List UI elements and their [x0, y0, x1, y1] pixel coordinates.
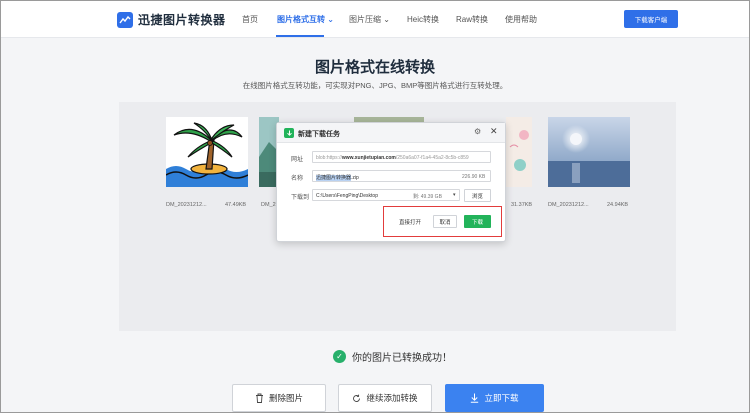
dropdown-arrow-icon[interactable]: ▾: [453, 192, 456, 198]
thumbnail-size: 31.37KB: [511, 202, 533, 208]
thumbnail-size: 24.94KB: [607, 202, 629, 208]
continue-add-button[interactable]: 继续添加转换: [338, 384, 432, 412]
thumbnail-name: DM_2: [261, 202, 276, 208]
url-prefix: blob:https://: [316, 155, 342, 161]
success-message: ✓ 你的图片已转换成功！: [333, 349, 452, 364]
save-path: C:\Users\FengPing\Desktop: [316, 193, 378, 199]
delete-images-label: 删除图片: [268, 393, 303, 403]
download-now-label: 立即下载: [484, 393, 519, 403]
thumbnail-name: DM_20231212...: [548, 202, 589, 208]
dialog-title: 新建下载任务: [298, 131, 340, 138]
nav-item-format-convert-label: 图片格式互转: [277, 15, 325, 24]
file-name-selected: 迅捷图片转换器: [316, 175, 352, 181]
download-client-button[interactable]: 下载客户端: [624, 10, 678, 28]
trash-icon: [255, 393, 263, 403]
file-ext: .zip: [351, 175, 359, 181]
close-icon[interactable]: ✕: [490, 126, 498, 137]
nav-item-heic[interactable]: Heic转换: [407, 14, 439, 25]
dialog-header: 新建下载任务 ⚙ ✕: [277, 123, 505, 143]
thumbnail-size: 47.49KB: [225, 202, 247, 208]
brand-logo-icon: [117, 11, 133, 28]
download-now-button[interactable]: 立即下载: [445, 384, 544, 412]
thumbnail-pattern[interactable]: [506, 117, 532, 187]
thumbnail-moon-sky[interactable]: [548, 117, 630, 187]
url-suffix: /250a6a07-f1a4-45a2-8c5b-c859: [395, 155, 469, 161]
gear-icon[interactable]: ⚙: [474, 127, 481, 136]
dialog-download-button[interactable]: 下载: [464, 215, 491, 228]
cancel-button[interactable]: 取消: [433, 215, 457, 228]
delete-images-button[interactable]: 删除图片: [232, 384, 326, 412]
page-title: 图片格式在线转换: [314, 59, 435, 76]
thumbnail-name: DM_20231212...: [166, 202, 207, 208]
nav-item-compress-label: 图片压缩: [349, 15, 381, 24]
nav-item-format-convert[interactable]: 图片格式互转 ⌄: [277, 14, 334, 25]
page-subtitle: 在线图片格式互转功能，可实现对PNG、JPG、BMP等图片格式进行互转处理。: [242, 81, 508, 90]
success-text: 你的图片已转换成功！: [352, 353, 452, 364]
continue-add-label: 继续添加转换: [366, 393, 418, 403]
url-label: 网址: [291, 157, 304, 163]
active-tab-indicator: [276, 35, 324, 37]
save-to-label: 下载到: [291, 195, 310, 201]
brand-logo[interactable]: 迅捷图片转换器: [117, 11, 226, 28]
check-circle-icon: ✓: [333, 350, 346, 363]
download-app-icon: [284, 128, 294, 138]
open-directly-button[interactable]: 直接打开: [392, 215, 428, 228]
file-size: 226.90 KB: [462, 174, 486, 180]
url-domain: www.xunjietupian.com: [341, 155, 396, 161]
nav-item-compress[interactable]: 图片压缩 ⌄: [349, 14, 390, 25]
name-label: 名称: [291, 176, 304, 182]
thumbnail-palm-tree[interactable]: [166, 117, 248, 187]
download-icon: [471, 393, 479, 403]
nav-item-raw[interactable]: Raw转换: [456, 14, 488, 25]
top-nav: 迅捷图片转换器 首页 图片格式互转 ⌄ 图片压缩 ⌄ Heic转换 Raw转换 …: [1, 1, 749, 38]
chevron-down-icon: ⌄: [327, 15, 334, 24]
nav-item-home[interactable]: 首页: [242, 14, 258, 25]
page-frame: 迅捷图片转换器 首页 图片格式互转 ⌄ 图片压缩 ⌄ Heic转换 Raw转换 …: [0, 0, 750, 413]
nav-item-help[interactable]: 使用帮助: [505, 14, 537, 25]
disk-free-space: 剩: 49.39 GB: [413, 194, 442, 200]
brand-name: 迅捷图片转换器: [138, 13, 226, 27]
browse-button[interactable]: 浏览: [464, 189, 491, 202]
refresh-icon: [353, 394, 361, 402]
url-field[interactable]: blob:https://www.xunjietupian.com/250a6a…: [312, 151, 491, 163]
chevron-down-icon: ⌄: [383, 15, 390, 24]
